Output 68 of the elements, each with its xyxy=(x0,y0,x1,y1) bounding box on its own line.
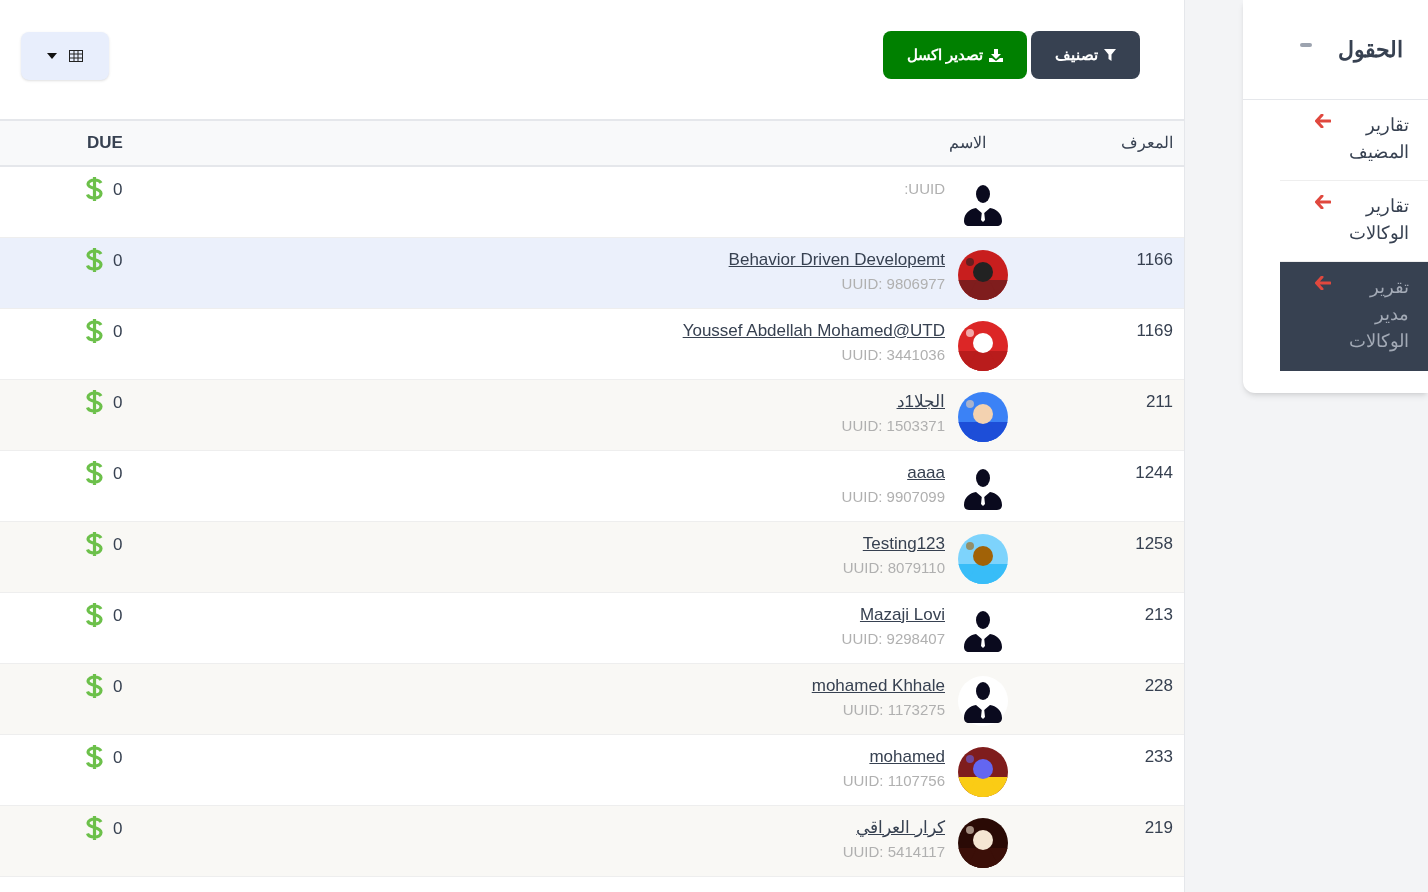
user-id: 1169 xyxy=(1136,320,1173,342)
uuid-text: UUID: 1173275 xyxy=(842,700,945,720)
user-id: 1244 xyxy=(1135,462,1173,484)
table-icon xyxy=(69,50,83,62)
user-name-link[interactable]: Behavior Driven Developemt xyxy=(728,248,945,272)
user-id: 1166 xyxy=(1136,249,1173,271)
table-row[interactable]: 0 mohamed Khhale UUID: 1173275 228 xyxy=(0,664,1184,735)
user-id: 211 xyxy=(1145,391,1173,413)
uuid-text: UUID: 3441036 xyxy=(841,345,945,365)
uuid-text: UUID: 1503371 xyxy=(841,416,945,436)
arrow-left-icon xyxy=(1315,195,1331,209)
due-amount: 0 xyxy=(113,747,123,769)
sidebar-item[interactable]: تقرير مدير الوكالات xyxy=(1280,262,1428,371)
dollar-icon xyxy=(86,461,103,485)
dollar-icon xyxy=(86,248,103,272)
user-id: 219 xyxy=(1144,817,1173,839)
due-amount: 0 xyxy=(113,676,123,698)
arrow-left-icon xyxy=(1315,276,1331,290)
sidebar-item[interactable]: تقارير المضيف xyxy=(1280,100,1428,181)
uuid-text: :UUID xyxy=(904,179,945,199)
due-amount: 0 xyxy=(113,392,123,414)
avatar-silhouette-icon xyxy=(958,676,1008,726)
dollar-icon xyxy=(86,674,103,698)
uuid-text: UUID: 9806977 xyxy=(841,274,945,294)
dollar-icon xyxy=(86,745,103,769)
due-amount: 0 xyxy=(113,605,123,627)
uuid-text: UUID: 1107756 xyxy=(842,771,945,791)
sidebar-title: الحقول xyxy=(1338,36,1403,65)
export-button[interactable]: تصدير اكسل xyxy=(882,31,1027,79)
filter-button[interactable]: تصنيف xyxy=(1031,31,1140,79)
dollar-icon xyxy=(86,319,103,343)
due-amount: 0 xyxy=(113,250,123,272)
uuid-text: UUID: 9298407 xyxy=(841,629,945,649)
table-row[interactable]: 0 Behavior Driven Developemt UUID: 9806977 1166 xyxy=(0,238,1184,309)
user-id: 1258 xyxy=(1135,533,1173,555)
column-header: الاسم xyxy=(949,133,986,154)
uuid-text: UUID: 8079110 xyxy=(842,558,945,578)
user-id: 213 xyxy=(1144,604,1173,626)
user-name-link[interactable]: الجلا1د xyxy=(896,390,945,414)
dollar-icon xyxy=(86,603,103,627)
filter-icon xyxy=(1104,49,1116,61)
user-name-link[interactable]: aaaa xyxy=(907,461,945,485)
dollar-icon xyxy=(86,532,103,556)
user-name-link[interactable]: mohamed xyxy=(869,745,945,769)
caret-icon xyxy=(47,53,57,59)
view-dropdown-button[interactable] xyxy=(21,32,109,80)
due-amount: 0 xyxy=(113,534,123,556)
column-header: DUE xyxy=(87,133,123,153)
user-id: 228 xyxy=(1144,675,1173,697)
dollar-icon xyxy=(86,816,103,840)
due-amount: 0 xyxy=(113,321,123,343)
dollar-icon xyxy=(86,177,103,201)
due-amount: 0 xyxy=(113,179,123,201)
user-name-link[interactable]: Mazaji Lovi xyxy=(859,603,945,627)
user-name-link[interactable]: Youssef Abdellah Mohamed@UTD xyxy=(682,319,945,343)
table-row[interactable]: 0 Testing123 UUID: 8079110 1258 xyxy=(0,522,1184,593)
column-header: المعرف xyxy=(1121,133,1173,154)
arrow-left-icon xyxy=(1315,114,1331,128)
uuid-text: UUID: 9907099 xyxy=(841,487,945,507)
user-name-link[interactable]: mohamed Khhale xyxy=(811,674,945,698)
download-icon xyxy=(989,48,1003,62)
due-amount: 0 xyxy=(113,818,123,840)
uuid-text: UUID: 5414117 xyxy=(842,842,945,862)
due-amount: 0 xyxy=(113,463,123,485)
user-id: 233 xyxy=(1144,746,1173,768)
user-name-link[interactable]: Testing123 xyxy=(862,532,945,556)
dollar-icon xyxy=(86,390,103,414)
user-name-link[interactable]: كرار العراقي xyxy=(856,816,945,840)
